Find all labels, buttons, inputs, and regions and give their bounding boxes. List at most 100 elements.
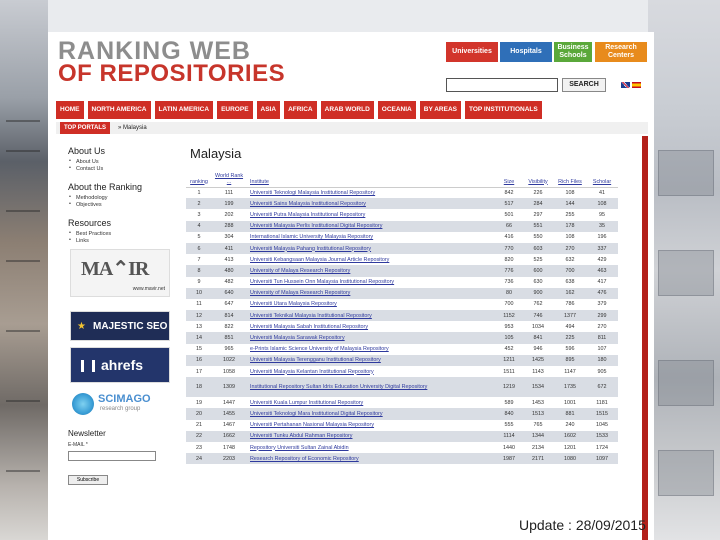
rich-files-cell: 700 (554, 265, 586, 277)
col-visibility[interactable]: Visibility (522, 169, 554, 188)
institute-link[interactable]: Universiti Teknikal Malaysia Institution… (246, 310, 496, 322)
nav-oceania[interactable]: OCEANIA (377, 101, 416, 119)
category-hospitals-button[interactable]: Hospitals (500, 42, 552, 62)
nav-north-america[interactable]: NORTH AMERICA (87, 101, 151, 119)
world-rank-cell: 2203 (212, 453, 246, 465)
world-rank-cell: 1058 (223, 368, 235, 375)
world-rank-cell: 202 (224, 211, 234, 218)
institute-link[interactable]: Universiti Utara Malaysia Repository (246, 299, 496, 310)
mavir-banner[interactable]: MA⌃IR www.mavir.net (70, 249, 170, 297)
institute-link[interactable]: Universiti Pertahanan Nasional Malaysia … (246, 420, 496, 431)
rich-files-cell: 178 (554, 220, 586, 232)
visibility-cell: 1534 (522, 377, 554, 398)
institute-link[interactable]: Universiti Malaysia Sarawak Repository (246, 332, 496, 344)
scimago-banner[interactable]: SCIMAGO research group (70, 387, 170, 421)
institute-link[interactable]: Universiti Malaysia Pahang Institutional… (246, 242, 496, 255)
tab-top-portals[interactable]: TOP PORTALS (60, 122, 111, 134)
nav-europe[interactable]: EUROPE (217, 101, 253, 119)
scholar-cell: 429 (597, 256, 607, 263)
rank-cell: 23 (196, 444, 202, 451)
institute-link[interactable]: Universiti Malaysia Sabah Institutional … (246, 321, 496, 332)
col-size[interactable]: Size (496, 169, 522, 188)
sidebar-link-about-us[interactable]: About Us (69, 158, 172, 165)
table-row: 10 640 University of Malaya Research Repos… (186, 287, 618, 299)
newsletter-email-label: E-MAIL * (68, 442, 88, 448)
rank-cell: 6 (186, 242, 212, 255)
size-cell: 517 (496, 198, 522, 210)
rank-cell: 18 (186, 377, 212, 398)
col-ranking[interactable]: ranking (186, 169, 212, 188)
institute-link[interactable]: e-Prints Islamic Science University of M… (246, 344, 496, 355)
institute-link[interactable]: Universiti Sains Malaysia Institutional … (246, 198, 496, 210)
institute-link[interactable]: University of Malaya Research Repository (246, 287, 496, 299)
world-rank-cell: 851 (212, 332, 246, 344)
rich-files-cell: 1147 (564, 368, 576, 375)
institute-link[interactable]: Universiti Putra Malaysia Institutional … (246, 209, 496, 220)
table-row: 5 304 International Islamic University Mal… (186, 232, 618, 243)
col-world-rank[interactable]: World Rank ... (212, 169, 246, 188)
institute-link[interactable]: Universiti Teknologi Mara Institutional … (246, 408, 496, 420)
sidebar-link-links[interactable]: Links (69, 237, 172, 244)
size-cell: 776 (496, 265, 522, 277)
nav-latin-america[interactable]: LATIN AMERICA (154, 101, 214, 119)
nav-africa[interactable]: AFRICA (284, 101, 317, 119)
institute-link[interactable]: Universiti Malaysia Perlis Institutional… (246, 220, 496, 232)
col-institute[interactable]: Institute (246, 169, 496, 188)
majestic-seo-label: MAJESTIC SEO (93, 321, 168, 332)
ranking-main: Malaysia ranking World Rank ... Institut… (186, 144, 626, 465)
webpage-screenshot: RANKING WEB OF REPOSITORIES Universities… (48, 32, 654, 540)
visibility-cell: 900 (522, 287, 554, 299)
scholar-cell: 196 (597, 234, 607, 241)
nav-home[interactable]: HOME (56, 101, 84, 119)
category-universities-button[interactable]: Universities (446, 42, 498, 62)
spanish-flag-icon[interactable] (632, 82, 641, 88)
institute-link[interactable]: Universiti Kebangsaan Malaysia Journal A… (246, 254, 496, 265)
search-input[interactable] (446, 78, 558, 92)
world-rank-cell: 1309 (212, 377, 246, 398)
nav-by-areas[interactable]: BY AREAS (419, 101, 461, 119)
rank-cell: 8 (186, 265, 212, 277)
institute-link[interactable]: Institutional Repository Sultan Idris Ed… (246, 377, 496, 398)
institute-link[interactable]: Universiti Teknologi Malaysia Institutio… (246, 187, 496, 198)
table-row: 16 1022 Universiti Malaysia Terengganu Ins… (186, 354, 618, 366)
newsletter-email-input[interactable] (68, 451, 156, 461)
search-button[interactable]: SEARCH (562, 78, 606, 92)
scimago-label: SCIMAGO (98, 393, 151, 405)
table-row: 18 1309 Institutional Repository Sultan Id… (186, 377, 618, 398)
institute-link[interactable]: Universiti Malaysia Kelantan Institution… (246, 366, 496, 377)
nav-asia[interactable]: ASIA (256, 101, 281, 119)
nav-arab-world[interactable]: ARAB WORLD (320, 101, 374, 119)
institute-link[interactable]: International Islamic University Malaysi… (246, 232, 496, 243)
scholar-cell: 463 (586, 265, 618, 277)
sidebar-link-methodology[interactable]: Methodology (69, 194, 172, 201)
table-row: 15 965 e-Prints Islamic Science University… (186, 344, 618, 355)
english-flag-icon[interactable] (621, 82, 630, 88)
institute-link[interactable]: Repository Universiti Sultan Zainal Abid… (246, 442, 496, 453)
visibility-cell: 226 (533, 189, 543, 196)
rich-files-cell: 494 (565, 323, 575, 330)
visibility-cell: 297 (533, 211, 543, 218)
sidebar-link-objectives[interactable]: Objectives (69, 201, 172, 208)
subscribe-button[interactable]: Subscribe (68, 475, 108, 485)
majestic-seo-banner[interactable]: ★ MAJESTIC SEO (70, 311, 170, 341)
ahrefs-banner[interactable]: ahrefs (70, 347, 170, 383)
institute-link[interactable]: Universiti Tunku Abdul Rahman Repository (246, 430, 496, 442)
rank-cell: 20 (186, 408, 212, 420)
institute-link[interactable]: University of Malaya Research Repository (246, 265, 496, 277)
rich-files-cell: 240 (565, 422, 575, 429)
nav-top-institutionals[interactable]: TOP INSTITUTIONALS (464, 101, 542, 119)
sidebar-link-best-practices[interactable]: Best Practices (69, 230, 172, 237)
institute-link[interactable]: Research Repository of Economic Reposito… (246, 453, 496, 465)
col-rich-files[interactable]: Rich Files (554, 169, 586, 188)
world-rank-cell: 482 (224, 279, 234, 286)
institute-link[interactable]: Universiti Malaysia Terengganu Instituti… (246, 354, 496, 366)
institute-link[interactable]: Universiti Tun Hussein Onn Malaysia Inst… (246, 277, 496, 288)
col-scholar[interactable]: Scholar (586, 169, 618, 188)
sidebar-link-contact-us[interactable]: Contact Us (69, 165, 172, 172)
institute-link[interactable]: Universiti Kuala Lumpur Institutional Re… (246, 397, 496, 408)
category-business-schools-button[interactable]: Business Schools (554, 42, 592, 62)
rich-files-cell: 1080 (554, 453, 586, 465)
site-logo-line2[interactable]: OF REPOSITORIES (58, 60, 285, 88)
category-research-centers-button[interactable]: Research Centers (595, 42, 647, 62)
rich-files-cell: 255 (565, 211, 575, 218)
